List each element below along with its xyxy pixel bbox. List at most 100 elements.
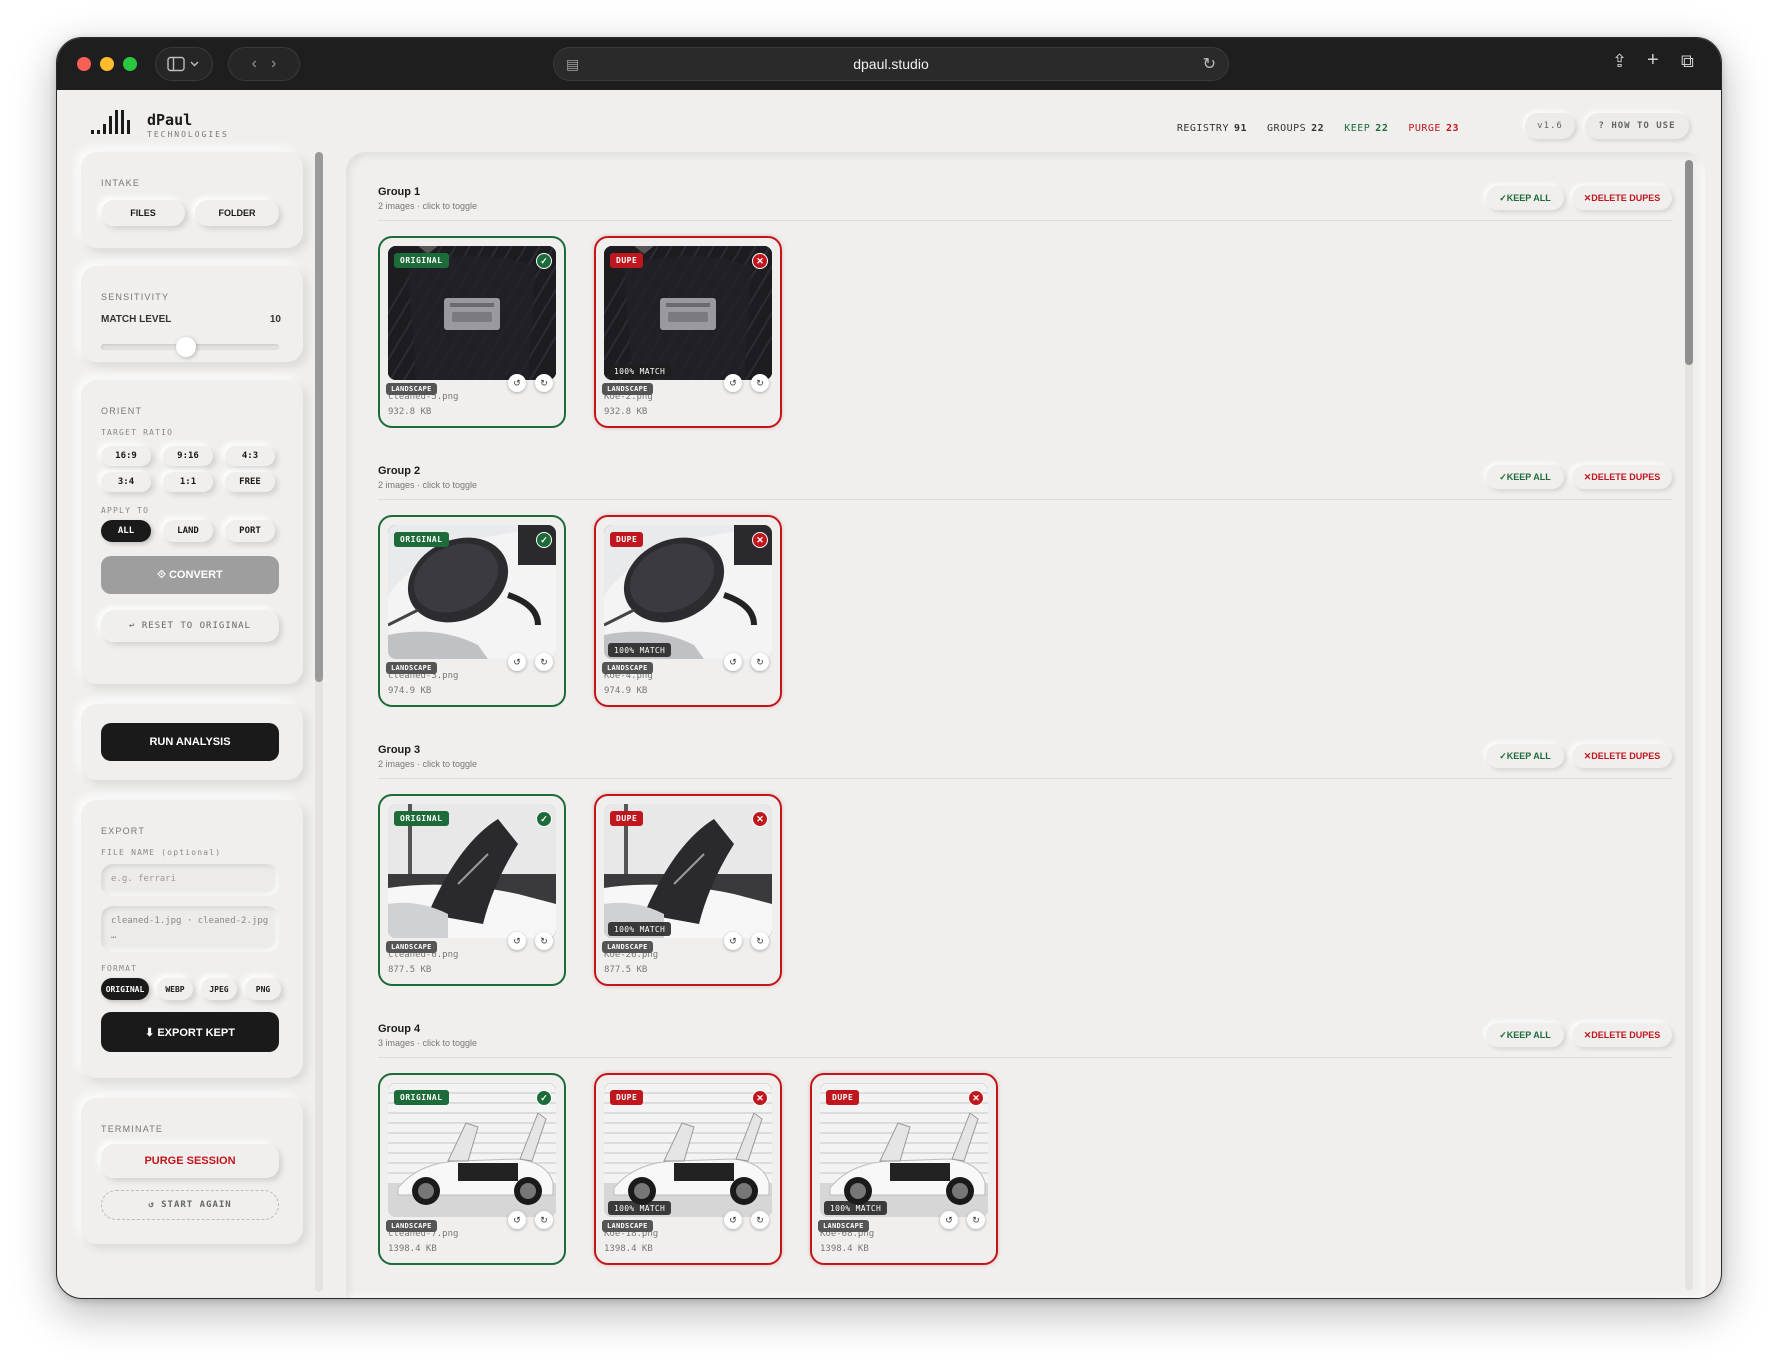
- tabs-overview-icon[interactable]: ⧉: [1681, 51, 1694, 72]
- close-icon[interactable]: ✕: [968, 1090, 984, 1106]
- check-icon[interactable]: ✓: [536, 532, 552, 548]
- stat-value: 91: [1233, 123, 1248, 134]
- group-subtitle: 2 images · click to toggle: [378, 201, 478, 211]
- match-level-slider[interactable]: [101, 337, 279, 357]
- rotate-right-icon[interactable]: ↻: [535, 653, 553, 671]
- ratio-button-4[interactable]: 1:1: [163, 472, 213, 492]
- file-size: 974.9 KB: [388, 686, 432, 696]
- rotate-left-icon[interactable]: ↺: [724, 653, 742, 671]
- group-title: Group 1: [378, 186, 421, 198]
- delete-dupes-button[interactable]: ✕DELETE DUPES: [1572, 186, 1672, 210]
- apply-to-land[interactable]: LAND: [163, 520, 213, 542]
- start-again-button[interactable]: ↺ START AGAIN: [101, 1190, 279, 1220]
- rotate-right-icon[interactable]: ↻: [751, 1211, 769, 1229]
- file-name-input[interactable]: e.g. ferrari: [101, 864, 279, 896]
- delete-dupes-button[interactable]: ✕DELETE DUPES: [1572, 465, 1672, 489]
- rotate-right-icon[interactable]: ↻: [751, 653, 769, 671]
- ratio-button-3[interactable]: 3:4: [101, 472, 151, 492]
- orientation-badge: LANDSCAPE: [386, 1220, 437, 1232]
- check-icon[interactable]: ✓: [536, 811, 552, 827]
- ratio-button-0[interactable]: 16:9: [101, 446, 151, 466]
- rotate-right-icon[interactable]: ↻: [535, 374, 553, 392]
- rotate-left-icon[interactable]: ↺: [508, 374, 526, 392]
- file-size: 1398.4 KB: [604, 1244, 653, 1254]
- sensitivity-card: SENSITIVITY MATCH LEVEL 10: [81, 266, 303, 362]
- delete-dupes-button[interactable]: ✕DELETE DUPES: [1572, 1023, 1672, 1047]
- keep-all-button[interactable]: ✓KEEP ALL: [1486, 465, 1564, 489]
- rotate-left-icon[interactable]: ↺: [508, 932, 526, 950]
- image-card[interactable]: DUPE ✕ 100% MATCH ↺ ↻ Koe-2.png LANDSCAPE 932.8…: [594, 236, 782, 428]
- sidebar-scrollbar-thumb[interactable]: [315, 152, 323, 682]
- rotate-left-icon[interactable]: ↺: [724, 374, 742, 392]
- export-kept-button[interactable]: ⬇ EXPORT KEPT: [101, 1012, 279, 1052]
- ratio-button-2[interactable]: 4:3: [225, 446, 275, 466]
- check-icon[interactable]: ✓: [536, 1090, 552, 1106]
- format-webp[interactable]: WEBP: [157, 978, 193, 1000]
- rotate-right-icon[interactable]: ↻: [535, 932, 553, 950]
- group-divider: [378, 778, 1672, 779]
- orientation-badge: LANDSCAPE: [386, 941, 437, 953]
- image-card[interactable]: ORIGINAL ✓ ↺ ↻ cleaned-7.png LANDSCAPE 1398.4 …: [378, 1073, 566, 1265]
- how-to-use-button[interactable]: ? HOW TO USE: [1585, 113, 1689, 139]
- apply-to-all[interactable]: ALL: [101, 520, 151, 542]
- image-card[interactable]: ORIGINAL ✓ ↺ ↻ cleaned-3.png LANDSCAPE 974.9 K…: [378, 515, 566, 707]
- sidebar-scrollbar[interactable]: [315, 152, 323, 1292]
- sidebar-toggle-button[interactable]: [155, 47, 213, 81]
- share-icon[interactable]: ⇪: [1612, 51, 1627, 72]
- rotate-left-icon[interactable]: ↺: [940, 1211, 958, 1229]
- close-window-button[interactable]: [77, 57, 91, 71]
- back-arrow-icon[interactable]: ‹: [252, 55, 257, 73]
- check-icon[interactable]: ✓: [536, 253, 552, 269]
- address-bar[interactable]: ▤ dpaul.studio ↻: [553, 47, 1229, 81]
- image-card[interactable]: ORIGINAL ✓ ↺ ↻ cleaned-6.png LANDSCAPE 877.5 K…: [378, 794, 566, 986]
- format-png[interactable]: PNG: [245, 978, 281, 1000]
- orient-title: ORIENT: [101, 406, 143, 416]
- keep-all-button[interactable]: ✓KEEP ALL: [1486, 744, 1564, 768]
- forward-arrow-icon[interactable]: ›: [271, 55, 276, 73]
- rotate-right-icon[interactable]: ↻: [535, 1211, 553, 1229]
- slider-thumb[interactable]: [176, 337, 197, 357]
- zoom-window-button[interactable]: [123, 57, 137, 71]
- ratio-button-5[interactable]: FREE: [225, 472, 275, 492]
- rotate-right-icon[interactable]: ↻: [751, 374, 769, 392]
- logo-bars-icon: [91, 110, 130, 134]
- rotate-left-icon[interactable]: ↺: [508, 653, 526, 671]
- image-card[interactable]: DUPE ✕ 100% MATCH ↺ ↻ Koe-26.png LANDSCAPE 877.…: [594, 794, 782, 986]
- keep-all-button[interactable]: ✓KEEP ALL: [1486, 186, 1564, 210]
- rotate-right-icon[interactable]: ↻: [751, 932, 769, 950]
- rotate-right-icon[interactable]: ↻: [967, 1211, 985, 1229]
- format-original[interactable]: ORIGINAL: [101, 978, 149, 1000]
- reset-to-original-button[interactable]: ↩ RESET TO ORIGINAL: [101, 610, 279, 642]
- image-card[interactable]: DUPE ✕ 100% MATCH ↺ ↻ Koe-68.png LANDSCAPE 1398…: [810, 1073, 998, 1265]
- close-icon[interactable]: ✕: [752, 532, 768, 548]
- format-jpeg[interactable]: JPEG: [201, 978, 237, 1000]
- folder-button[interactable]: FOLDER: [195, 200, 279, 226]
- convert-button[interactable]: ⟐ CONVERT: [101, 556, 279, 594]
- close-icon[interactable]: ✕: [752, 811, 768, 827]
- results-scrollbar[interactable]: [1685, 160, 1693, 1290]
- image-card[interactable]: ORIGINAL ✓ ↺ ↻ cleaned-5.png LANDSCAPE 932.8 K…: [378, 236, 566, 428]
- apply-to-port[interactable]: PORT: [225, 520, 275, 542]
- rotate-left-icon[interactable]: ↺: [724, 1211, 742, 1229]
- ratio-button-1[interactable]: 9:16: [163, 446, 213, 466]
- image-card[interactable]: DUPE ✕ 100% MATCH ↺ ↻ Koe-18.png LANDSCAPE 1398…: [594, 1073, 782, 1265]
- close-icon[interactable]: ✕: [752, 253, 768, 269]
- rotate-left-icon[interactable]: ↺: [724, 932, 742, 950]
- image-card[interactable]: DUPE ✕ 100% MATCH ↺ ↻ Koe-4.png LANDSCAPE 974.9…: [594, 515, 782, 707]
- orientation-badge: LANDSCAPE: [602, 1220, 653, 1232]
- files-button[interactable]: FILES: [101, 200, 185, 226]
- keep-all-button[interactable]: ✓KEEP ALL: [1486, 1023, 1564, 1047]
- reload-icon[interactable]: ↻: [1203, 54, 1216, 74]
- stat-keep: KEEP 22: [1344, 123, 1388, 134]
- brand-name: dPaul: [147, 111, 193, 129]
- delete-dupes-button[interactable]: ✕DELETE DUPES: [1572, 744, 1672, 768]
- results-scrollbar-thumb[interactable]: [1685, 160, 1693, 365]
- new-tab-icon[interactable]: +: [1647, 49, 1659, 72]
- minimize-window-button[interactable]: [100, 57, 114, 71]
- rotate-left-icon[interactable]: ↺: [508, 1211, 526, 1229]
- orientation-badge: LANDSCAPE: [818, 1220, 869, 1232]
- purge-session-button[interactable]: PURGE SESSION: [101, 1144, 279, 1178]
- close-icon[interactable]: ✕: [752, 1090, 768, 1106]
- group-subtitle: 2 images · click to toggle: [378, 759, 478, 769]
- run-analysis-button[interactable]: RUN ANALYSIS: [101, 723, 279, 761]
